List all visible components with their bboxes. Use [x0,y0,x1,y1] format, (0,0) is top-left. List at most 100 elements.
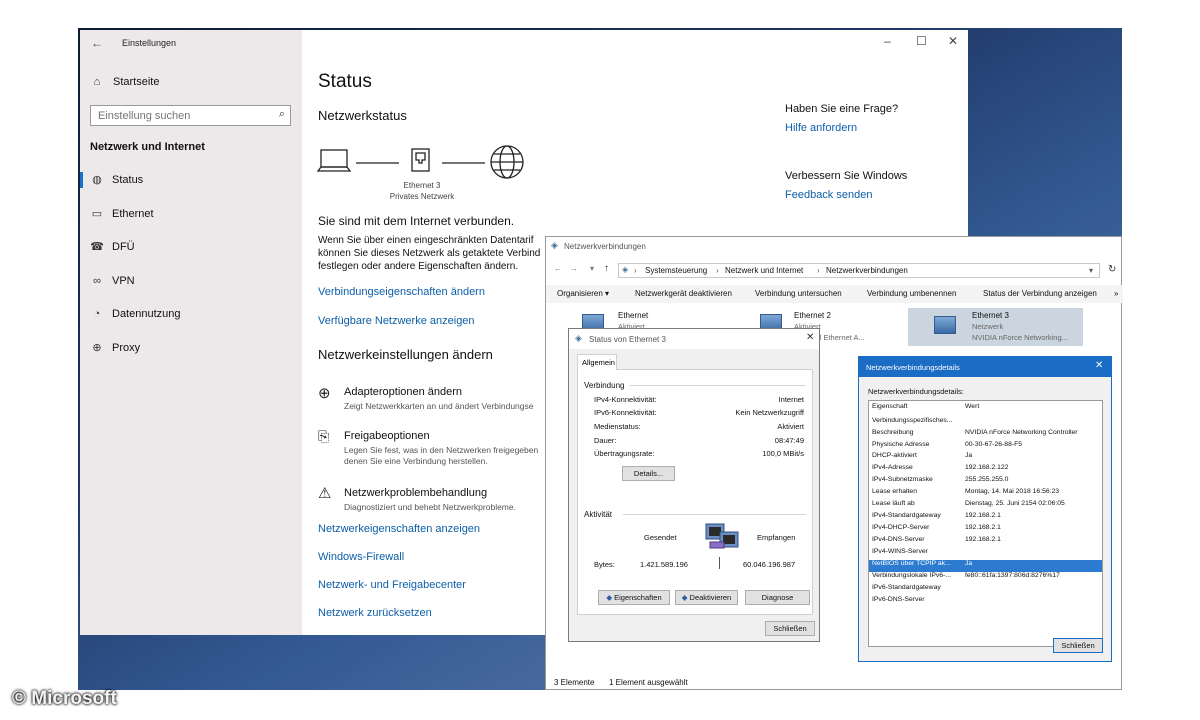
option-adapter[interactable]: ⊕ Adapteroptionen ändern Zeigt Netzwerkk… [316,384,546,414]
search-input[interactable] [91,106,261,126]
disable-device-command[interactable]: Netzwerkgerät deaktivieren [635,289,732,298]
diagnose-button[interactable]: Diagnose [745,590,810,605]
details-row[interactable]: Lease läuft ab Dienstag, 25. Juni 2154 02… [869,500,1102,512]
details-list[interactable]: Eigenschaft Wert Verbindungsspezifisches… [868,400,1103,647]
details-row[interactable]: IPv4-Adresse 192.168.2.122 [869,464,1102,476]
laptop-icon [316,149,352,172]
breadcrumb-item[interactable]: Netzwerkverbindungen [826,266,908,275]
view-status-command[interactable]: Status der Verbindung anzeigen [983,289,1097,298]
search-icon[interactable]: ⌕ [279,108,285,121]
show-available-networks-link[interactable]: Verfügbare Netzwerke anzeigen [318,315,475,327]
properties-button[interactable]: ◆ Eigenschaften [598,590,670,605]
more-commands[interactable]: » [1114,289,1118,298]
network-status-diagram [316,145,524,179]
network-adapter-icon [934,316,956,334]
shield-icon: ◆ [681,593,688,602]
sidebar-item-dialup[interactable]: ☎ DFÜ [80,238,302,258]
network-type: Privates Netzwerk [389,192,455,201]
network-reset-link[interactable]: Netzwerk zurücksetzen [318,607,432,619]
adapter-device: NVIDIA nForce Networking... [972,333,1068,342]
details-row[interactable]: IPv4-WINS-Server [869,548,1102,560]
disable-button[interactable]: ◆ Deaktivieren [675,590,738,605]
bytes-received: 60.046.196.987 [743,560,796,569]
shield-icon: ◆ [606,593,613,602]
close-dialog-button[interactable]: Schließen [765,621,815,636]
adapter-status: Netzwerk [972,322,1004,331]
row-value: Kein Netzwerkzugriff [735,408,804,417]
network-properties-link[interactable]: Netzwerkeigenschaften anzeigen [318,523,480,535]
details-row[interactable]: Verbindungsspezifisches... [869,417,1102,429]
up-button[interactable]: ↑ [604,263,609,274]
minimize-button[interactable]: – [884,34,891,48]
details-row[interactable]: IPv4-Standardgateway 192.168.2.1 [869,512,1102,524]
bytes-label: Bytes: [594,560,615,569]
organize-menu[interactable]: Organisieren ▾ [557,289,609,298]
globe-status-icon: ◍ [92,174,102,186]
close-button[interactable]: ✕ [948,34,958,48]
details-button[interactable]: Details... [622,466,675,481]
help-link[interactable]: Hilfe anfordern [785,122,857,134]
back-button[interactable]: ← [554,264,562,273]
nav-home[interactable]: Startseite [113,76,159,88]
details-row[interactable]: IPv4-Subnetzmaske 255.255.255.0 [869,476,1102,488]
details-row[interactable]: DHCP-aktiviert Ja [869,452,1102,464]
connected-heading: Sie sind mit dem Internet verbunden. [318,214,515,228]
connected-text: Wenn Sie über einen eingeschränkten Date… [318,235,541,272]
address-bar[interactable]: ◈ › Systemsteuerung › Netzwerk und Inter… [618,263,1100,278]
details-row[interactable]: Verbindungslokale IPv6-... fe80::61fa:139… [869,572,1102,584]
recent-dropdown[interactable]: ▾ [590,264,594,273]
breadcrumb-item[interactable]: Netzwerk und Internet [725,266,803,275]
change-connection-properties-link[interactable]: Verbindungseigenschaften ändern [318,286,485,298]
section-heading: Netzwerk und Internet [90,141,205,153]
details-row[interactable]: Lease erhalten Montag, 14. Mai 2018 16:56… [869,488,1102,500]
sidebar-item-ethernet[interactable]: ▭ Ethernet [80,205,302,225]
tab-general[interactable]: Allgemein [577,354,617,370]
row-value: Internet [778,395,804,404]
details-row[interactable]: Physische Adresse 00-30-67-26-88-F5 [869,441,1102,453]
feedback-link[interactable]: Feedback senden [785,189,872,201]
status-tab-page: Verbindung IPv4-Konnektivität: Internet … [577,369,813,615]
sidebar-item-label: Ethernet [112,208,154,220]
forward-button[interactable]: → [570,264,578,273]
sidebar-item-data-usage[interactable]: ◔ Datennutzung [80,305,302,325]
details-row[interactable]: IPv6-Standardgateway [869,584,1102,596]
close-button[interactable]: ✕ [806,332,814,343]
control-panel-icon: ◈ [622,265,629,274]
details-row[interactable]: IPv6-DNS-Server [869,596,1102,608]
maximize-button[interactable]: ☐ [916,34,927,48]
improve-heading: Verbessern Sie Windows [785,170,908,182]
rename-command[interactable]: Verbindung umbenennen [867,289,956,298]
diagnose-command[interactable]: Verbindung untersuchen [755,289,842,298]
adapter-name: Ethernet 2 [794,311,831,320]
sidebar-item-proxy[interactable]: ⊕ Proxy [80,339,302,359]
settings-search[interactable]: ⌕ [90,105,291,126]
column-header-property[interactable]: Eigenschaft [872,403,964,410]
option-title: Adapteroptionen ändern [344,386,463,398]
back-arrow-icon[interactable]: ← [91,36,103,50]
details-row[interactable]: IPv4-DHCP-Server 192.168.2.1 [869,524,1102,536]
details-row-selected[interactable]: NetBIOS über TCPIP ak... Ja [869,560,1102,572]
windows-firewall-link[interactable]: Windows-Firewall [318,551,404,563]
refresh-icon[interactable]: ↻ [1108,264,1116,275]
sidebar-item-status[interactable]: ◍ Status [80,171,302,191]
dialup-icon: ☎ [90,241,104,253]
option-title: Freigabeoptionen [344,430,430,442]
column-header-value[interactable]: Wert [965,403,979,410]
breadcrumb-item[interactable]: Systemsteuerung [645,266,707,275]
close-button[interactable]: ✕ [1095,360,1103,371]
row-value: Aktiviert [777,422,804,431]
sidebar-item-vpn[interactable]: ∞ VPN [80,272,302,292]
sharing-center-link[interactable]: Netzwerk- und Freigabecenter [318,579,466,591]
details-row[interactable]: Beschreibung NVIDIA nForce Networking Con… [869,429,1102,441]
close-dialog-button[interactable]: Schließen [1053,638,1103,653]
sharing-icon: ⎘ [318,428,330,444]
row-label: Übertragungsrate: [594,449,655,458]
ethernet-icon: ▭ [91,208,103,220]
option-sharing[interactable]: ⎘ Freigabeoptionen Legen Sie fest, was i… [316,428,546,468]
question-heading: Haben Sie eine Frage? [785,103,899,115]
details-row[interactable]: IPv4-DNS-Server 192.168.2.1 [869,536,1102,548]
adapter-ethernet-3[interactable]: Ethernet 3 Netzwerk NVIDIA nForce Networ… [908,308,1083,346]
globe-internet-icon [490,145,524,179]
option-troubleshoot[interactable]: ⚠ Netzwerkproblembehandlung Diagnostizie… [316,485,546,515]
address-dropdown[interactable]: ▾ [1089,266,1093,275]
